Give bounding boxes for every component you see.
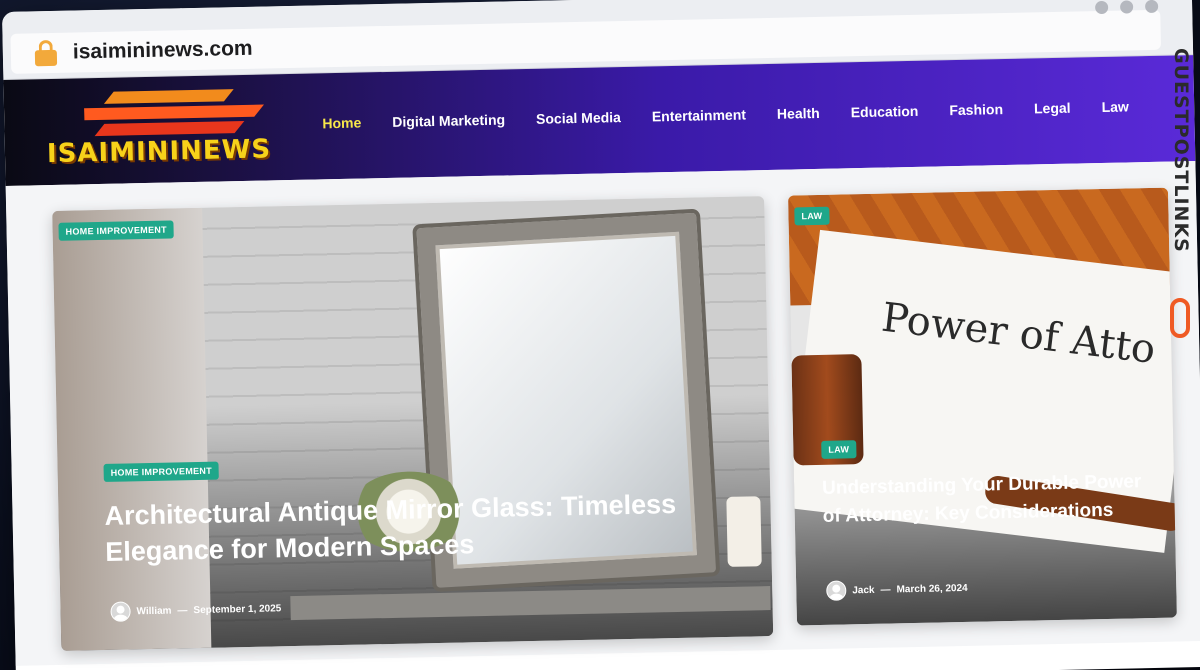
window-controls xyxy=(1095,0,1159,15)
site-logo[interactable]: ISAIMININEWS xyxy=(46,84,288,179)
window-dot-icon[interactable] xyxy=(1145,0,1159,14)
nav-item-entertainment[interactable]: Entertainment xyxy=(652,106,746,124)
card-image-wall xyxy=(52,207,212,651)
logo-mark-icon xyxy=(84,89,264,137)
avatar xyxy=(110,601,131,622)
post-author[interactable]: William xyxy=(136,605,171,617)
meta-separator: — xyxy=(880,584,891,596)
category-badge[interactable]: HOME IMPROVEMENT xyxy=(58,220,175,241)
post-date: September 1, 2025 xyxy=(193,602,282,616)
url-text[interactable]: isaimininews.com xyxy=(73,37,253,65)
main-nav: Home Digital Marketing Social Media Ente… xyxy=(322,98,1129,131)
category-badge[interactable]: LAW xyxy=(794,206,830,226)
meta-separator: — xyxy=(177,604,188,616)
nav-item-home[interactable]: Home xyxy=(322,115,361,132)
nav-item-education[interactable]: Education xyxy=(851,103,919,120)
nav-item-legal[interactable]: Legal xyxy=(1034,100,1071,117)
window-dot-icon[interactable] xyxy=(1095,0,1109,15)
avatar xyxy=(826,580,847,601)
card-image-candle xyxy=(726,496,762,567)
lock-icon xyxy=(34,39,58,67)
post-meta: William — September 1, 2025 xyxy=(110,598,281,622)
window-dot-icon[interactable] xyxy=(1120,0,1134,14)
browser-window: isaimininews.com ISAIMININEWS Home Digit… xyxy=(2,0,1200,670)
post-title[interactable]: Architectural Antique Mirror Glass: Time… xyxy=(104,485,705,570)
watermark-tag: GUESTPOSTLINKS xyxy=(1158,48,1200,348)
nav-item-digital-marketing[interactable]: Digital Marketing xyxy=(392,111,505,129)
nav-item-fashion[interactable]: Fashion xyxy=(949,101,1003,118)
watermark-text: GUESTPOSTLINKS xyxy=(1170,48,1192,253)
link-icon xyxy=(1170,298,1190,338)
post-title[interactable]: Understanding Your Durable Power of Atto… xyxy=(822,468,1143,530)
featured-post-card[interactable]: HOME IMPROVEMENT HOME IMPROVEMENT Archit… xyxy=(52,196,774,651)
category-badge[interactable]: HOME IMPROVEMENT xyxy=(103,461,220,482)
category-badge[interactable]: LAW xyxy=(821,440,857,459)
post-author[interactable]: Jack xyxy=(852,584,874,595)
side-post-card[interactable]: Power of Atto LAW LAW Understanding Your… xyxy=(788,187,1177,626)
nav-item-law[interactable]: Law xyxy=(1101,98,1129,115)
card-image-mantel xyxy=(290,586,771,621)
nav-item-health[interactable]: Health xyxy=(777,105,820,122)
post-meta: Jack — March 26, 2024 xyxy=(826,578,968,601)
nav-item-social-media[interactable]: Social Media xyxy=(536,109,621,127)
post-date: March 26, 2024 xyxy=(896,582,968,595)
logo-text: ISAIMININEWS xyxy=(46,134,272,170)
main-content: HOME IMPROVEMENT HOME IMPROVEMENT Archit… xyxy=(5,161,1200,666)
